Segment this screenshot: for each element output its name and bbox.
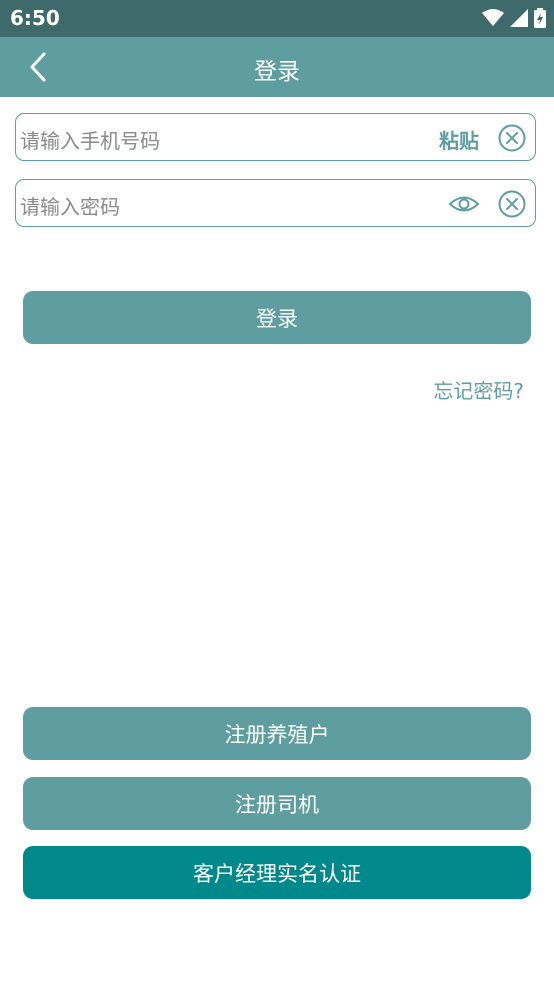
page-title: 登录 — [254, 59, 300, 85]
phone-input-placeholder[interactable]: 请输入手机号码 — [20, 125, 160, 154]
app-bar: 登录 — [0, 37, 554, 97]
clear-icon[interactable] — [497, 123, 527, 153]
paste-button[interactable]: 粘贴 — [439, 125, 479, 154]
eye-icon[interactable] — [448, 189, 480, 219]
battery-icon — [534, 8, 546, 28]
forgot-password-link[interactable]: 忘记密码? — [433, 375, 524, 404]
phone-field[interactable]: 请输入手机号码 粘贴 — [15, 113, 536, 161]
status-time: 6:50 — [10, 6, 60, 30]
password-input-placeholder[interactable]: 请输入密码 — [20, 191, 120, 220]
wifi-icon — [482, 9, 504, 26]
login-button[interactable]: 登录 — [23, 291, 531, 344]
status-icons — [482, 8, 546, 28]
clear-icon[interactable] — [497, 189, 527, 219]
register-farmer-button[interactable]: 注册养殖户 — [23, 707, 531, 760]
manager-verify-button[interactable]: 客户经理实名认证 — [23, 846, 531, 899]
status-bar: 6:50 — [0, 0, 554, 37]
signal-icon — [510, 9, 528, 27]
password-field[interactable]: 请输入密码 — [15, 179, 536, 227]
register-driver-button[interactable]: 注册司机 — [23, 777, 531, 830]
